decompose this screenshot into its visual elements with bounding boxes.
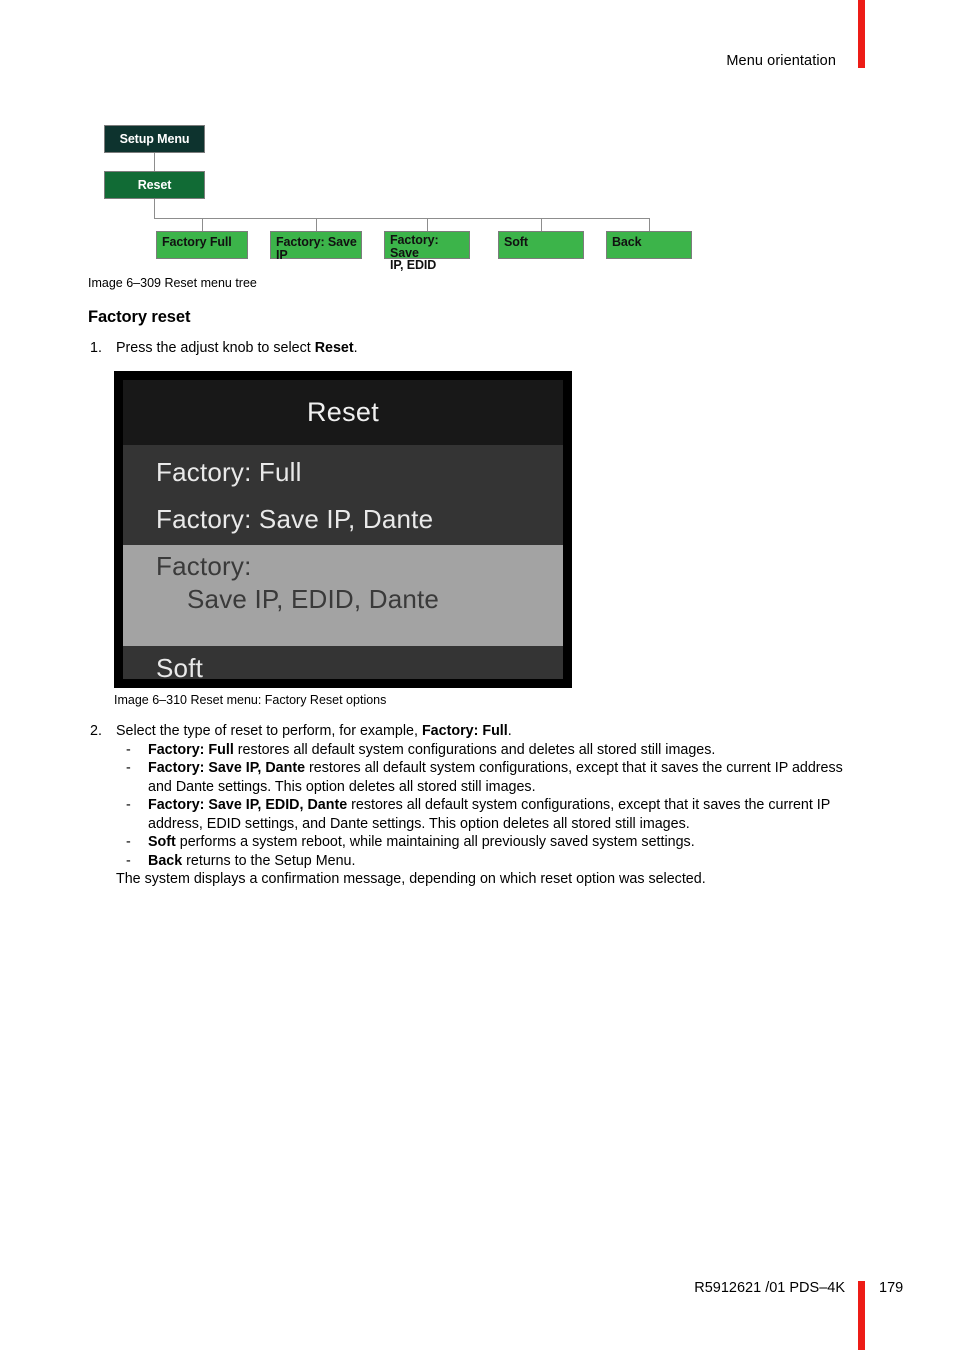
tree-connector-leaf-1 (202, 218, 203, 231)
footer-document-id: R5912621 /01 PDS–4K (694, 1280, 845, 1296)
list-bullet-dash: - (126, 834, 131, 850)
step1-text-pre: Press the adjust knob to select (116, 340, 315, 356)
tree-connector-bus (154, 218, 649, 219)
screen-menu-item-soft[interactable]: Soft (123, 646, 563, 679)
tree-node-soft: Soft (498, 231, 584, 259)
tree-node-back: Back (606, 231, 692, 259)
step2-text-post: . (507, 723, 512, 739)
list-bullet-dash: - (126, 797, 131, 813)
tree-node-factory-save-ip: Factory: Save IP (270, 231, 362, 262)
list-item-description: returns to the Setup Menu. (182, 852, 356, 869)
screen-menu-item-factory-save-ip-edid-dante[interactable]: Factory: Save IP, EDID, Dante (123, 545, 563, 646)
list-item-description: performs a system reboot, while maintain… (175, 834, 695, 850)
step-text: Select the type of reset to perform, for… (116, 722, 848, 889)
step1-text-post: . (353, 340, 358, 356)
figure-caption-tree: Image 6–309 Reset menu tree (88, 276, 257, 290)
list-item: - Factory: Save IP, EDID, Dante restores … (116, 796, 848, 833)
list-item: - Soft performs a system reboot, while ma… (116, 833, 848, 852)
tree-node-label-line1: Factory: Save (390, 233, 439, 260)
screen-menu-item-label-line2: Save IP, EDID, Dante (187, 584, 440, 614)
procedure-step-2: 2. Select the type of reset to perform, … (88, 722, 848, 889)
section-title: Factory reset (88, 308, 191, 326)
list-item: - Factory: Full restores all default syst… (116, 741, 848, 760)
list-item-term: Factory: Full (148, 741, 234, 758)
tree-connector-leaf-4 (541, 218, 542, 231)
page-content: Setup Menu Reset Factory Full Factory: S… (88, 0, 878, 887)
tree-connector-leaf-5 (649, 218, 650, 231)
list-item-description: restores all default system configuratio… (233, 741, 716, 758)
figure-caption-screen: Image 6–310 Reset menu: Factory Reset op… (114, 693, 387, 707)
screen-title: Reset (123, 380, 563, 445)
tree-connector-leaf-2 (316, 218, 317, 231)
reset-menu-tree-figure: Setup Menu Reset Factory Full Factory: S… (88, 112, 878, 290)
device-screen: Reset Factory: Full Factory: Save IP, Da… (123, 380, 563, 679)
step2-text-bold: Factory: Full (421, 723, 508, 739)
step2-lead: Select the type of reset to perform, for… (116, 722, 848, 741)
tree-connector-leaf-3 (427, 218, 428, 231)
tree-connector-reset-down (154, 199, 155, 218)
footer-page-number: 179 (879, 1280, 904, 1296)
list-item: - Back returns to the Setup Menu. (116, 852, 848, 871)
device-screen-mockup: Reset Factory: Full Factory: Save IP, Da… (114, 371, 572, 688)
procedure-step-1: 1. Press the adjust knob to select Reset… (88, 339, 828, 358)
step-text: Press the adjust knob to select Reset. (116, 339, 828, 358)
list-bullet-dash: - (126, 741, 131, 758)
reset-option-list: - Factory: Full restores all default syst… (116, 741, 848, 871)
list-item-term: Soft (148, 834, 176, 850)
tree-node-factory-save-ip-edid: Factory: Save IP, EDID (384, 231, 470, 271)
tree-node-reset: Reset (104, 171, 205, 199)
list-item: - Factory: Save IP, Dante restores all de… (116, 759, 848, 796)
step2-text-pre: Select the type of reset to perform, for… (116, 723, 422, 739)
list-bullet-dash: - (126, 760, 131, 776)
list-bullet-dash: - (126, 852, 131, 869)
list-item-term: Back (148, 852, 183, 869)
tree-node-label-line2: IP, EDID (390, 258, 437, 272)
page-footer: R5912621 /01 PDS–4K 179 (0, 1280, 954, 1304)
list-item-term: Factory: Save IP, EDID, Dante (148, 797, 348, 813)
screen-menu-item-factory-save-ip-dante[interactable]: Factory: Save IP, Dante (123, 495, 563, 545)
step2-trailer-text: The system displays a confirmation messa… (116, 871, 706, 887)
screen-menu-item-factory-full[interactable]: Factory: Full (123, 445, 563, 495)
list-item-term: Factory: Save IP, Dante (148, 760, 306, 776)
screen-menu-item-label-line1: Factory: (156, 551, 252, 581)
step1-text-bold: Reset (314, 340, 354, 356)
tree-connector-root-to-reset (154, 153, 155, 171)
tree-node-setup-menu: Setup Menu (104, 125, 205, 153)
step-number: 2. (90, 723, 102, 739)
tree-node-factory-full: Factory Full (156, 231, 248, 259)
step-number: 1. (90, 340, 102, 356)
